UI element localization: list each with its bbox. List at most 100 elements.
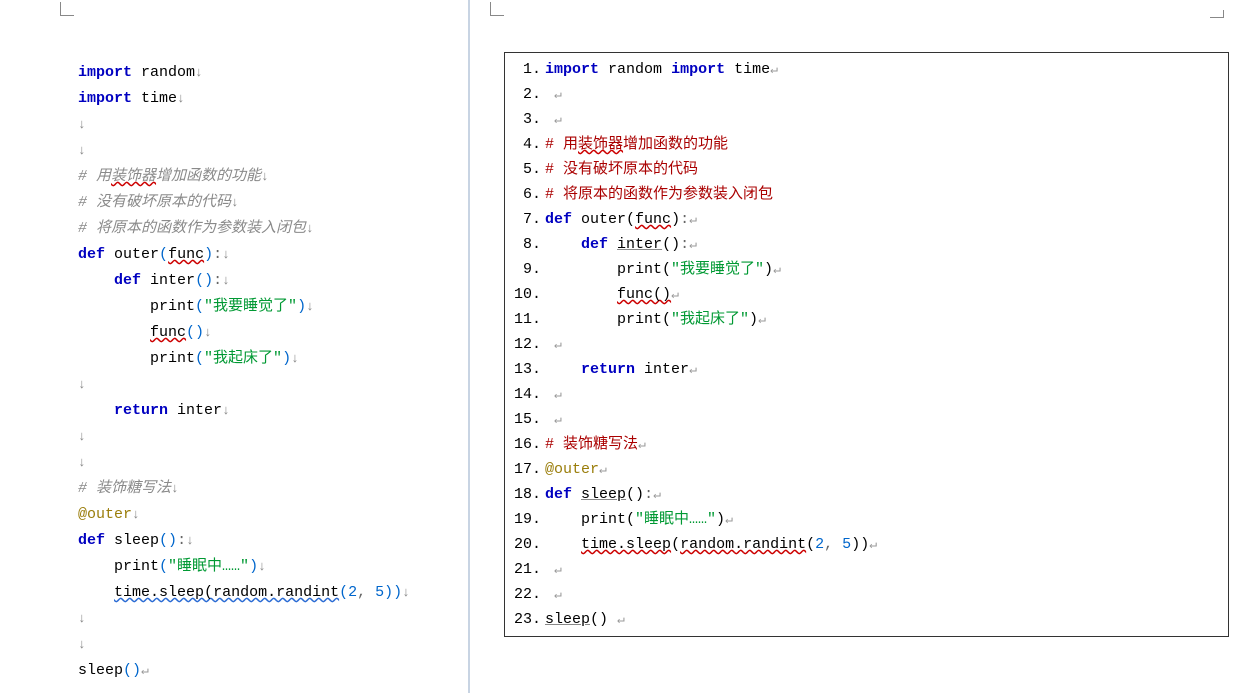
line-number: 22. [511, 582, 545, 607]
code-line[interactable]: 18.def sleep():↵ [511, 482, 1218, 507]
code-line[interactable]: 4.# 用装饰器增加函数的功能 [511, 132, 1218, 157]
split-view: import random↓import time↓↓↓# 用装饰器增加函数的功… [0, 0, 1249, 693]
code-content: ↵ [545, 557, 1218, 582]
code-content: sleep() ↵ [545, 607, 1218, 632]
code-line[interactable]: 21. ↵ [511, 557, 1218, 582]
line-number: 10. [511, 282, 545, 307]
code-line[interactable]: ↓ [78, 138, 448, 164]
code-line[interactable]: 15. ↵ [511, 407, 1218, 432]
code-line[interactable]: print("我起床了")↓ [78, 346, 448, 372]
code-line[interactable]: 6.# 将原本的函数作为参数装入闭包 [511, 182, 1218, 207]
code-line[interactable]: ↓ [78, 632, 448, 658]
token-arrow: ↓ [195, 65, 203, 80]
code-content: print("我要睡觉了")↵ [545, 257, 1218, 282]
code-line[interactable]: 16.# 装饰糖写法↵ [511, 432, 1218, 457]
token-ret: ↵ [689, 237, 697, 252]
code-line[interactable]: print("睡眠中……")↓ [78, 554, 448, 580]
code-line[interactable]: return inter↓ [78, 398, 448, 424]
code-line[interactable]: 17.@outer↵ [511, 457, 1218, 482]
code-line[interactable]: 13. return inter↵ [511, 357, 1218, 382]
line-number: 19. [511, 507, 545, 532]
code-line[interactable]: # 用装饰器增加函数的功能↓ [78, 164, 448, 190]
line-number: 12. [511, 332, 545, 357]
token-ret: ↵ [758, 312, 766, 327]
code-line[interactable]: import time↓ [78, 86, 448, 112]
code-content: # 装饰糖写法↵ [545, 432, 1218, 457]
token-kw: def [545, 211, 572, 228]
code-line[interactable]: 5.# 没有破坏原本的代码 [511, 157, 1218, 182]
token-arrow: ↓ [78, 429, 86, 444]
code-line[interactable]: @outer↓ [78, 502, 448, 528]
token-ret: ↵ [554, 587, 562, 602]
code-line[interactable]: time.sleep(random.randint(2, 5))↓ [78, 580, 448, 606]
code-line[interactable]: 11. print("我起床了")↵ [511, 307, 1218, 332]
token-punc: : [680, 236, 689, 253]
code-content: ↵ [545, 332, 1218, 357]
token-ret: ↵ [869, 537, 877, 552]
code-line[interactable]: # 装饰糖写法↓ [78, 476, 448, 502]
token-id: . [617, 536, 626, 553]
code-line[interactable]: 3. ↵ [511, 107, 1218, 132]
token-kw: return [581, 361, 635, 378]
token-str: "睡眠中……" [635, 511, 716, 528]
token-id: print( [581, 511, 635, 528]
token-brak: ( [159, 246, 168, 263]
token-arrow: ↓ [261, 169, 269, 184]
token-dec: @outer [545, 461, 599, 478]
token-punc: : [177, 532, 186, 549]
token-id: random. [213, 584, 276, 601]
left-code-block[interactable]: import random↓import time↓↓↓# 用装饰器增加函数的功… [78, 60, 448, 684]
token-arrow: ↓ [78, 637, 86, 652]
right-code-box[interactable]: 1.import random import time↵2. ↵3. ↵4.# … [504, 52, 1229, 637]
code-content: def sleep():↵ [545, 482, 1218, 507]
token-id: () [626, 486, 644, 503]
code-line[interactable]: def inter():↓ [78, 268, 448, 294]
code-line[interactable]: # 将原本的函数作为参数装入闭包↓ [78, 216, 448, 242]
code-content: @outer↵ [545, 457, 1218, 482]
code-line[interactable]: 8. def inter():↵ [511, 232, 1218, 257]
code-line[interactable]: sleep()↵ [78, 658, 448, 684]
token-arrow: ↓ [78, 611, 86, 626]
code-content: ↵ [545, 107, 1218, 132]
code-line[interactable]: 1.import random import time↵ [511, 57, 1218, 82]
code-line[interactable]: 22. ↵ [511, 582, 1218, 607]
token-id: ) [764, 261, 773, 278]
code-content: ↵ [545, 82, 1218, 107]
code-line[interactable]: print("我要睡觉了")↓ [78, 294, 448, 320]
token-kw: import [78, 64, 132, 81]
code-line[interactable]: def outer(func):↓ [78, 242, 448, 268]
line-number: 4. [511, 132, 545, 157]
code-line[interactable]: 23.sleep() ↵ [511, 607, 1218, 632]
code-line[interactable]: ↓ [78, 112, 448, 138]
code-line[interactable]: 9. print("我要睡觉了")↵ [511, 257, 1218, 282]
code-line[interactable]: ↓ [78, 372, 448, 398]
token-id: time [581, 536, 617, 553]
token-brak: ) [204, 246, 213, 263]
code-line[interactable]: ↓ [78, 424, 448, 450]
token-id: func [635, 211, 671, 228]
code-line[interactable]: ↓ [78, 606, 448, 632]
code-line[interactable]: 19. print("睡眠中……")↵ [511, 507, 1218, 532]
token-brak: ) [249, 558, 258, 575]
token-id: sleep [626, 536, 671, 553]
token-id: () [590, 611, 608, 628]
code-line[interactable]: 12. ↵ [511, 332, 1218, 357]
code-line[interactable]: ↓ [78, 450, 448, 476]
token-brak: ) [297, 298, 306, 315]
code-line[interactable]: # 没有破坏原本的代码↓ [78, 190, 448, 216]
line-number: 21. [511, 557, 545, 582]
left-pane[interactable]: import random↓import time↓↓↓# 用装饰器增加函数的功… [0, 0, 470, 693]
right-pane[interactable]: 1.import random import time↵2. ↵3. ↵4.# … [470, 0, 1249, 693]
code-line[interactable]: 14. ↵ [511, 382, 1218, 407]
code-line[interactable]: 2. ↵ [511, 82, 1218, 107]
code-line[interactable]: func()↓ [78, 320, 448, 346]
code-line[interactable]: 10. func()↵ [511, 282, 1218, 307]
code-line[interactable]: 7.def outer(func):↵ [511, 207, 1218, 232]
code-line[interactable]: 20. time.sleep(random.randint(2, 5))↵ [511, 532, 1218, 557]
ruler-tab-icon [490, 2, 504, 16]
token-cmtR: # 将原本的函数作为参数装入闭包 [545, 186, 773, 203]
code-line[interactable]: import random↓ [78, 60, 448, 86]
code-line[interactable]: def sleep():↓ [78, 528, 448, 554]
token-arrow: ↓ [78, 117, 86, 132]
token-punc: , [357, 584, 375, 601]
